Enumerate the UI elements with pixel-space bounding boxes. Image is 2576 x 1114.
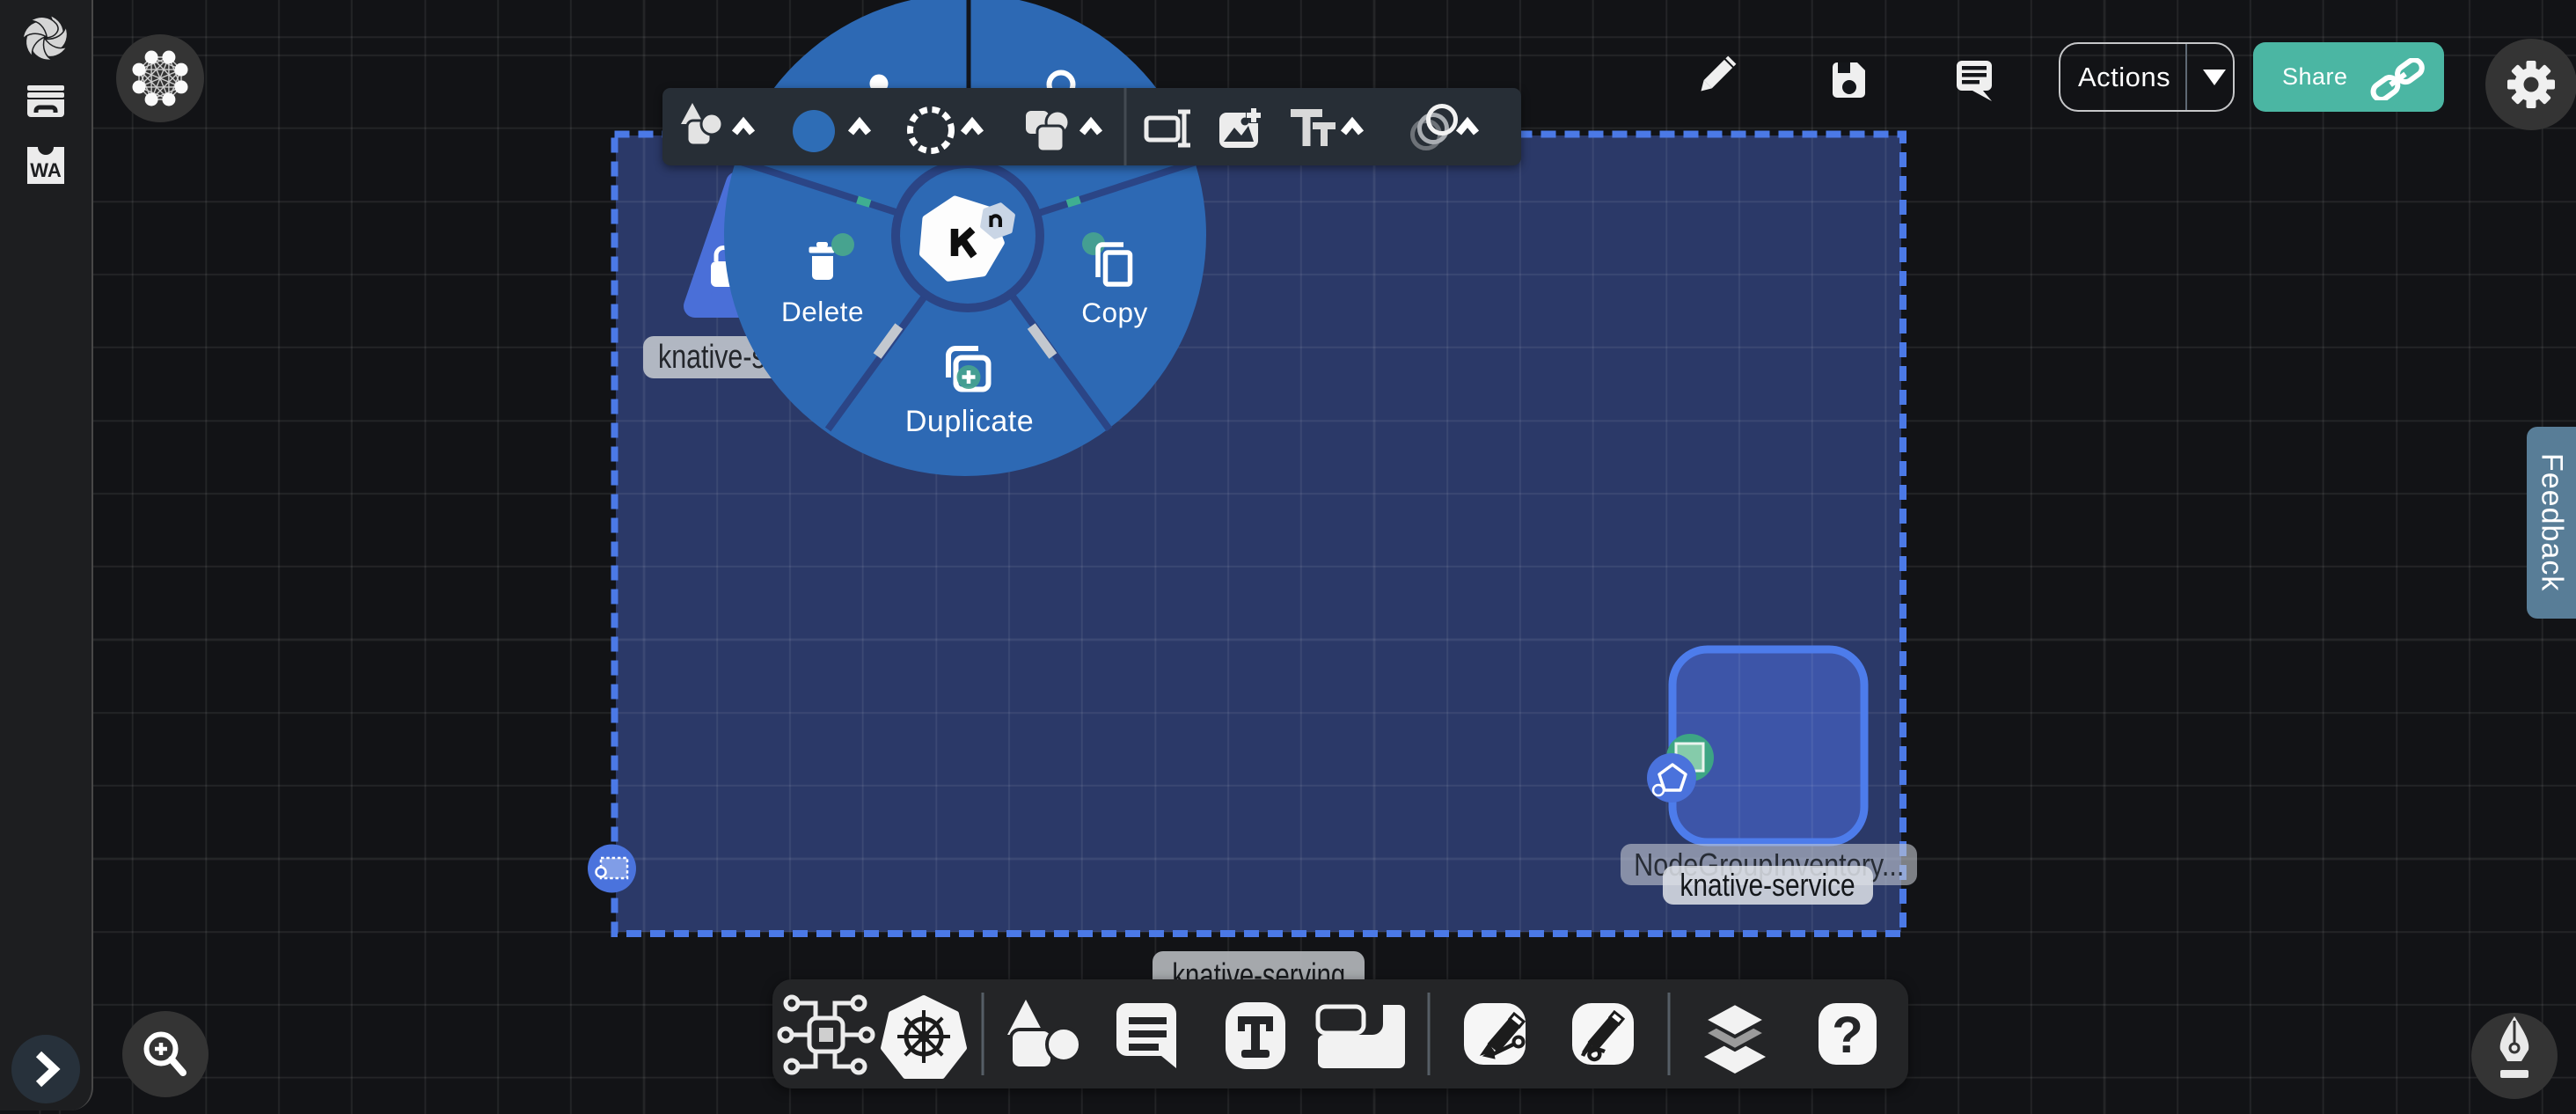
svg-text:Copy: Copy xyxy=(1081,297,1148,328)
svg-text:?: ? xyxy=(1832,1007,1862,1064)
svg-text:Delete: Delete xyxy=(781,296,864,327)
svg-text:WA: WA xyxy=(30,159,62,181)
svg-text:Duplicate: Duplicate xyxy=(905,405,1034,438)
